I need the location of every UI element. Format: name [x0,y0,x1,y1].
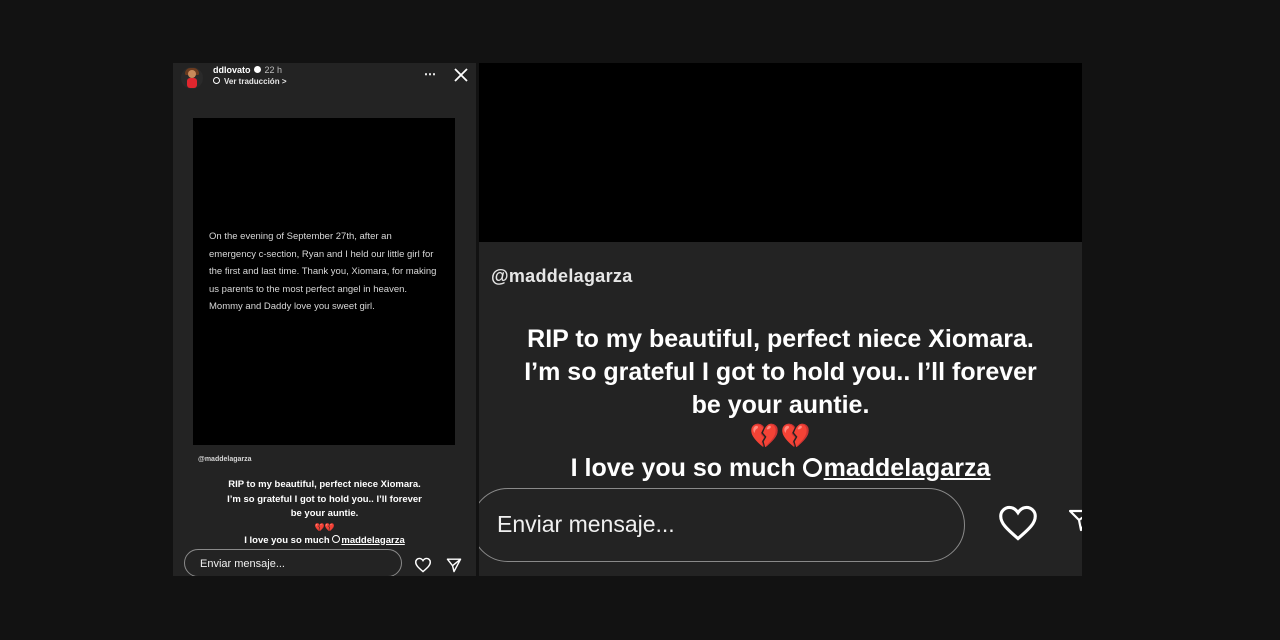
story-love-line: I love you so much maddelagarza [173,534,476,549]
story-text-line-3: be your auntie. [691,391,870,419]
love-text: I love you so much [570,454,803,482]
tag-link[interactable]: maddelagarza [802,454,991,482]
threads-icon [802,457,822,477]
story-text-line-3: be your auntie. [290,508,359,519]
story-text: RIP to my beautiful, perfect niece Xioma… [173,478,476,548]
chevron-right-icon: > [281,77,287,86]
story-username[interactable]: ddlovato 22 h [213,65,282,75]
story-text-line-1: RIP to my beautiful, perfect niece Xioma… [527,325,1034,353]
send-icon[interactable] [445,557,463,573]
message-input[interactable]: Enviar mensaje... [184,549,402,576]
story-text-zoomed: RIP to my beautiful, perfect niece Xioma… [479,323,1082,485]
translate-icon [213,77,220,85]
username-text: ddlovato [213,65,251,75]
see-translation-link[interactable]: Ver traducción > [213,77,286,86]
reshared-post-card[interactable]: On the evening of September 27th, after … [193,118,455,445]
post-caption: On the evening of September 27th, after … [209,231,437,312]
story-text-line-1: RIP to my beautiful, perfect niece Xioma… [228,479,421,490]
message-input-zoomed[interactable]: Enviar mensaje... [479,488,965,562]
story-text-line-2: I’m so grateful I got to hold you.. I’ll… [227,493,422,505]
tag-text: maddelagarza [823,454,991,482]
more-icon[interactable]: ⋯ [424,67,437,81]
send-icon[interactable] [1069,508,1082,532]
love-text: I love you so much [244,534,333,546]
tag-text: maddelagarza [341,534,405,546]
heart-icon[interactable] [414,557,432,573]
translate-label: Ver traducción [224,77,280,86]
close-icon[interactable] [452,66,470,84]
story-text-line-2: I’m so grateful I got to hold you.. I’ll… [524,358,1037,386]
tag-link[interactable]: maddelagarza [332,534,405,546]
story-mention[interactable]: @maddelagarza [198,456,252,463]
reshared-post-card-zoomed [479,63,1082,242]
threads-icon [332,534,341,543]
broken-heart-icon: 💔💔 [314,522,335,532]
story-panel-zoomed: @maddelagarza RIP to my beautiful, perfe… [479,63,1082,576]
story-time: 22 h [264,65,283,75]
story-mention-zoomed[interactable]: @maddelagarza [491,266,633,287]
verified-icon [253,66,261,74]
heart-icon[interactable] [997,504,1039,542]
story-love-line: I love you so much maddelagarza [479,452,1082,485]
story-panel-full: ddlovato 22 h Ver traducción > ⋯ On the e… [173,63,476,576]
broken-heart-icon: 💔💔 [749,423,812,450]
avatar[interactable] [181,67,203,89]
